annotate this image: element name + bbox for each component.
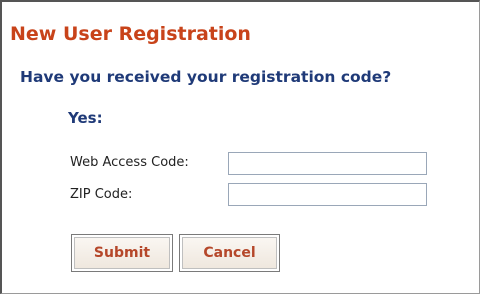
registration-code-question: Have you received your registration code… <box>20 68 392 86</box>
web-access-code-input[interactable] <box>228 152 427 175</box>
zip-code-input[interactable] <box>228 183 427 206</box>
zip-code-label: ZIP Code: <box>70 187 133 202</box>
registration-panel: New User Registration Have you received … <box>0 0 480 294</box>
answer-heading: Yes: <box>68 109 103 127</box>
cancel-button[interactable]: Cancel <box>179 234 280 272</box>
page-title: New User Registration <box>10 23 251 45</box>
web-access-code-label: Web Access Code: <box>70 155 189 170</box>
submit-button[interactable]: Submit <box>71 234 173 272</box>
